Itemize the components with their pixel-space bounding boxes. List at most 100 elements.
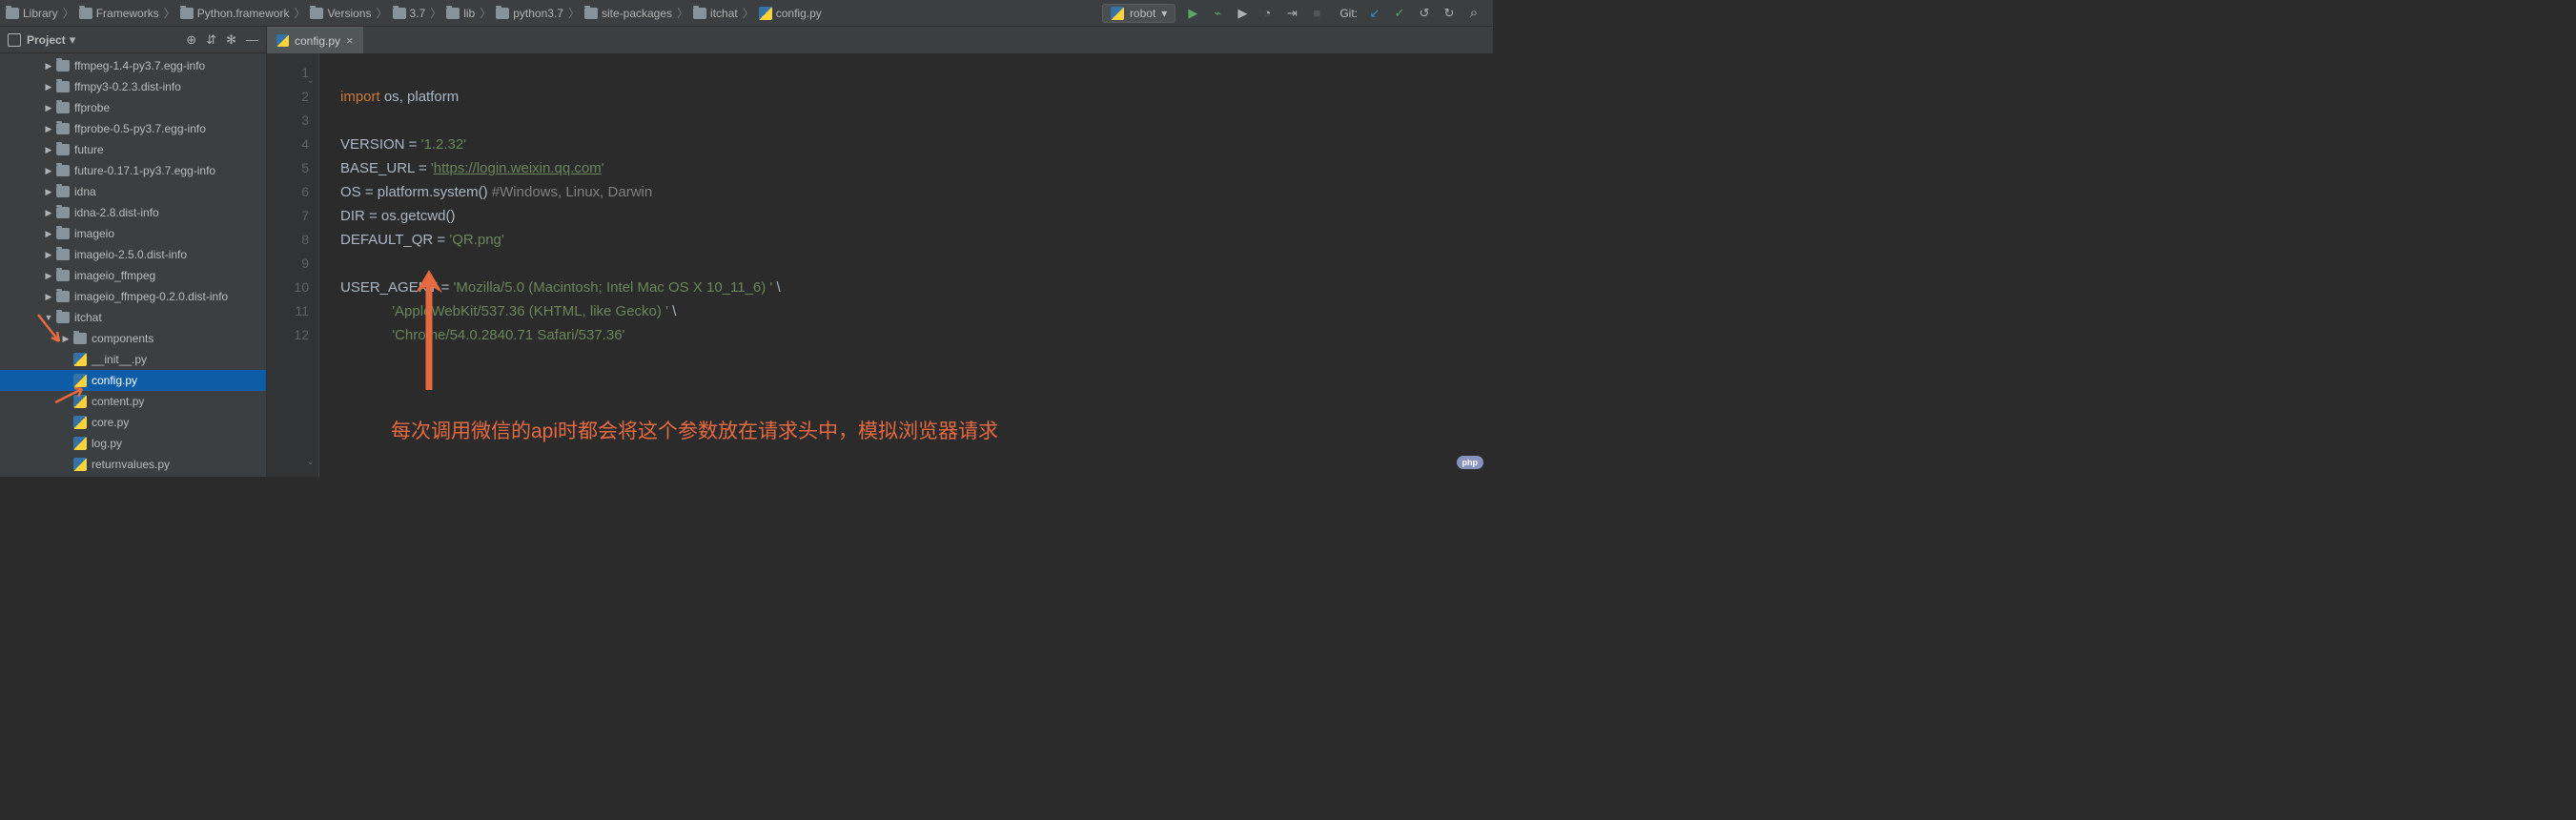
breadcrumb-item[interactable]: config.py xyxy=(759,7,822,20)
breadcrumb-item[interactable]: 3.7 xyxy=(393,7,426,20)
tree-row[interactable]: ▶ffmpy3-0.2.3.dist-info xyxy=(0,76,266,97)
expander-icon[interactable]: ▶ xyxy=(44,187,53,197)
attach-icon[interactable]: ⇥ xyxy=(1284,6,1299,21)
breadcrumb-item[interactable]: itchat xyxy=(693,7,738,20)
folder-icon xyxy=(56,207,70,218)
git-revert-icon[interactable]: ↻ xyxy=(1441,6,1457,21)
run-icon[interactable]: ▶ xyxy=(1185,6,1200,21)
code-container[interactable]: 1⌄23456789⌄1011⌃12 import os, platform V… xyxy=(267,53,1493,477)
chevron-right-icon: 〉 xyxy=(563,5,584,21)
breadcrumb-label: Versions xyxy=(327,7,371,20)
line-number: 4 xyxy=(267,133,309,156)
profile-icon[interactable]: ◔ xyxy=(1259,6,1275,21)
expand-icon[interactable]: ⇵ xyxy=(206,32,216,48)
gear-icon[interactable]: ✻ xyxy=(226,32,236,48)
expander-icon[interactable]: ▶ xyxy=(61,334,71,344)
expander-icon[interactable]: ▼ xyxy=(44,313,53,322)
editor-area: config.py × 1⌄23456789⌄1011⌃12 import os… xyxy=(267,27,1493,477)
python-icon xyxy=(1111,7,1124,20)
breadcrumb-item[interactable]: Python.framework xyxy=(180,7,290,20)
expander-icon[interactable]: ▶ xyxy=(44,124,53,134)
tree-row[interactable]: log.py xyxy=(0,433,266,454)
breadcrumb-item[interactable]: Frameworks xyxy=(79,7,159,20)
breadcrumb-label: python3.7 xyxy=(513,7,563,20)
git-history-icon[interactable]: ↺ xyxy=(1417,6,1432,21)
project-tree[interactable]: ▶ffmpeg-1.4-py3.7.egg-info▶ffmpy3-0.2.3.… xyxy=(0,53,266,477)
tree-row[interactable]: ▶ffmpeg-1.4-py3.7.egg-info xyxy=(0,55,266,76)
breadcrumb-label: Frameworks xyxy=(96,7,159,20)
breadcrumb-item[interactable]: Library xyxy=(6,7,58,20)
stop-icon[interactable]: ■ xyxy=(1309,6,1324,21)
close-icon[interactable]: × xyxy=(346,33,354,48)
tree-row[interactable]: returnvalues.py xyxy=(0,454,266,475)
tree-row[interactable]: ▶idna xyxy=(0,181,266,202)
debug-icon[interactable]: ⌁ xyxy=(1210,6,1225,21)
folder-icon xyxy=(584,8,598,19)
breadcrumb-item[interactable]: Versions xyxy=(310,7,371,20)
folder-icon xyxy=(56,186,70,197)
tree-row[interactable]: ▶imageio-2.5.0.dist-info xyxy=(0,244,266,265)
tree-row[interactable]: ▶ ffprobe-0.5-py3.7.egg-info xyxy=(0,118,266,139)
dropdown-icon: ▾ xyxy=(1161,7,1167,20)
folder-icon xyxy=(56,312,70,323)
tree-row[interactable]: config.py xyxy=(0,370,266,391)
expander-icon[interactable]: ▶ xyxy=(44,292,53,302)
expander-icon[interactable]: ▶ xyxy=(44,166,53,176)
tree-label: returnvalues.py xyxy=(92,458,170,471)
chevron-right-icon: 〉 xyxy=(58,5,79,21)
tree-row[interactable]: ▶imageio xyxy=(0,223,266,244)
tree-row[interactable]: ▼itchat xyxy=(0,307,266,328)
tree-row[interactable]: ▶ffprobe xyxy=(0,97,266,118)
editor-tab[interactable]: config.py × xyxy=(267,27,363,53)
expander-icon[interactable]: ▶ xyxy=(44,208,53,218)
tree-label: components xyxy=(92,332,153,345)
expander-icon[interactable]: ▶ xyxy=(44,82,53,92)
breadcrumb-label: itchat xyxy=(710,7,738,20)
folder-icon xyxy=(56,60,70,72)
expander-icon[interactable]: ▶ xyxy=(44,271,53,281)
folder-icon xyxy=(6,8,19,19)
dropdown-icon[interactable]: ▾ xyxy=(70,32,76,48)
chevron-right-icon: 〉 xyxy=(475,5,496,21)
fold-icon[interactable]: ⌄ xyxy=(307,69,315,92)
git-update-icon[interactable]: ↙ xyxy=(1367,6,1382,21)
expander-icon[interactable]: ▶ xyxy=(44,250,53,260)
expander-icon[interactable]: ▶ xyxy=(44,103,53,113)
breadcrumb-item[interactable]: lib xyxy=(446,7,475,20)
tree-row[interactable]: ▶ components xyxy=(0,328,266,349)
tree-row[interactable]: ▶future-0.17.1-py3.7.egg-info xyxy=(0,160,266,181)
hide-icon[interactable]: — xyxy=(246,32,258,48)
breadcrumb-item[interactable]: site-packages xyxy=(584,7,672,20)
expander-icon[interactable]: ▶ xyxy=(44,61,53,72)
python-icon xyxy=(73,458,87,471)
line-number: 9⌄ xyxy=(267,252,309,276)
tree-label: ffprobe-0.5-py3.7.egg-info xyxy=(74,122,206,135)
tree-row[interactable]: __init__.py xyxy=(0,349,266,370)
tree-row[interactable]: ▶idna-2.8.dist-info xyxy=(0,202,266,223)
expander-icon[interactable]: ▶ xyxy=(44,145,53,155)
chevron-right-icon: 〉 xyxy=(289,5,310,21)
tree-row[interactable]: ▶future xyxy=(0,139,266,160)
code[interactable]: import os, platform VERSION = '1.2.32' B… xyxy=(319,53,1493,477)
tree-row[interactable]: core.py xyxy=(0,412,266,433)
git-commit-icon[interactable]: ✓ xyxy=(1392,6,1407,21)
breadcrumb-label: Library xyxy=(23,7,58,20)
tree-row[interactable]: ▶ imageio_ffmpeg-0.2.0.dist-info xyxy=(0,286,266,307)
run-coverage-icon[interactable]: ▶ xyxy=(1235,6,1250,21)
tree-row[interactable]: ▶imageio_ffmpeg xyxy=(0,265,266,286)
tree-label: imageio_ffmpeg-0.2.0.dist-info xyxy=(74,290,228,303)
line-number: 8 xyxy=(267,228,309,252)
breadcrumb-label: 3.7 xyxy=(410,7,426,20)
folder-icon xyxy=(56,81,70,92)
tree-row[interactable]: content.py xyxy=(0,391,266,412)
fold-icon[interactable]: ⌄ xyxy=(307,450,315,474)
expander-icon[interactable]: ▶ xyxy=(44,229,53,239)
search-icon[interactable]: ⌕ xyxy=(1466,6,1482,21)
folder-icon xyxy=(56,123,70,134)
line-number: 7 xyxy=(267,204,309,228)
breadcrumb-item[interactable]: python3.7 xyxy=(496,7,563,20)
run-config-selector[interactable]: robot ▾ xyxy=(1102,4,1176,23)
locate-icon[interactable]: ⊕ xyxy=(186,32,196,48)
chevron-right-icon: 〉 xyxy=(672,5,693,21)
folder-icon xyxy=(56,144,70,155)
